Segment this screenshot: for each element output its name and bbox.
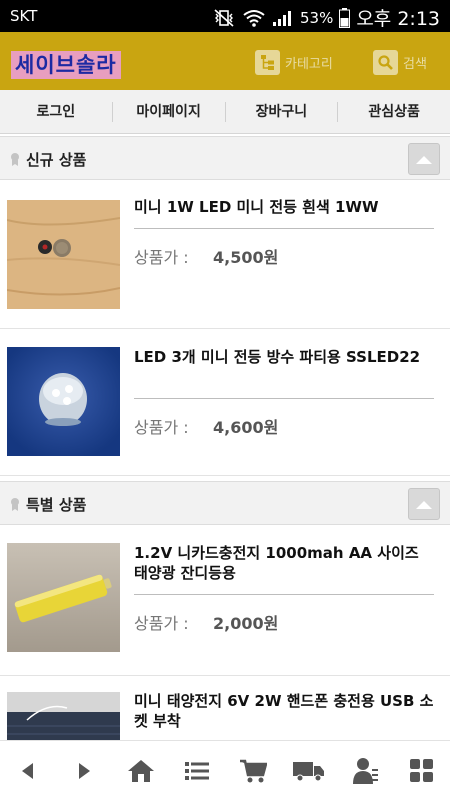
category-button[interactable]: 카테고리 [255,50,333,75]
divider [134,228,434,229]
user-icon[interactable] [349,754,383,788]
site-logo[interactable]: 세이브솔라 [11,51,121,79]
price-label: 상품가 : [134,418,189,437]
nav-mypage[interactable]: 마이페이지 [113,101,226,122]
product-item[interactable]: 미니 태양전지 6V 2W 핸드폰 충전용 USB 소켓 부착 [0,677,450,740]
section-title: 신규 상품 [26,151,87,169]
cart-icon[interactable] [236,754,270,788]
product-price: 4,500원 [213,248,279,267]
battery-icon [339,7,351,28]
site-header: 세이브솔라 카테고리 검색 [0,32,450,90]
product-item[interactable]: 미니 1W LED 미니 전등 흰색 1WW 상품가 : 4,500원 [0,180,450,329]
product-name[interactable]: LED 3개 미니 전등 방수 파티용 SSLED22 [134,347,434,367]
section-special-products-header: 특별 상품 [0,481,450,525]
product-image[interactable] [7,200,120,309]
nav-wishlist[interactable]: 관심상품 [338,102,450,122]
category-tree-icon [255,50,280,75]
home-icon[interactable] [124,754,158,788]
section-title: 특별 상품 [26,496,87,514]
price-label: 상품가 : [134,248,189,267]
carrier-name: SKT [10,7,38,25]
divider [134,594,434,595]
delivery-truck-icon[interactable] [292,754,326,788]
product-price: 4,600원 [213,418,279,437]
nav-login[interactable]: 로그인 [0,101,113,122]
product-name[interactable]: 미니 1W LED 미니 전등 흰색 1WW [134,197,434,217]
medal-icon [11,153,19,166]
product-name[interactable]: 미니 태양전지 6V 2W 핸드폰 충전용 USB 소켓 부착 [134,691,434,731]
forward-arrow-icon[interactable] [67,754,101,788]
product-image[interactable] [7,692,120,740]
category-label: 카테고리 [285,57,333,72]
divider [134,398,434,399]
list-icon[interactable] [180,754,214,788]
signal-icon [272,10,291,26]
section-new-products-header: 신규 상품 [0,136,450,180]
battery-percent: 53% [299,8,334,27]
product-name[interactable]: 1.2V 니카드충전지 1000mah AA 사이즈 태양광 잔디등용 [134,543,434,583]
status-bar: SKT 53% 오후 2:13 [0,0,450,32]
price-label: 상품가 : [134,614,189,633]
nav-cart[interactable]: 장바구니 [226,101,339,122]
collapse-button[interactable] [408,488,440,520]
vibrate-mute-icon [214,8,234,27]
product-item[interactable]: 1.2V 니카드충전지 1000mah AA 사이즈 태양광 잔디등용 상품가 … [0,526,450,676]
back-arrow-icon[interactable] [11,754,45,788]
medal-icon [11,498,19,511]
wifi-icon [243,9,265,27]
chevron-up-icon [416,156,432,164]
search-label: 검색 [403,57,427,72]
search-icon [373,50,398,75]
status-icons: 53% 오후 2:13 [212,4,440,31]
product-image[interactable] [7,543,120,652]
grid-menu-icon[interactable] [405,754,439,788]
product-image[interactable] [7,347,120,456]
product-item[interactable]: LED 3개 미니 전등 방수 파티용 SSLED22 상품가 : 4,600원 [0,330,450,476]
collapse-button[interactable] [408,143,440,175]
clock: 오후 2:13 [356,8,440,30]
product-price: 2,000원 [213,614,279,633]
chevron-up-icon [416,501,432,509]
search-button[interactable]: 검색 [373,50,427,75]
top-nav: 로그인 마이페이지 장바구니 관심상품 [0,90,450,134]
bottom-toolbar [0,740,450,800]
